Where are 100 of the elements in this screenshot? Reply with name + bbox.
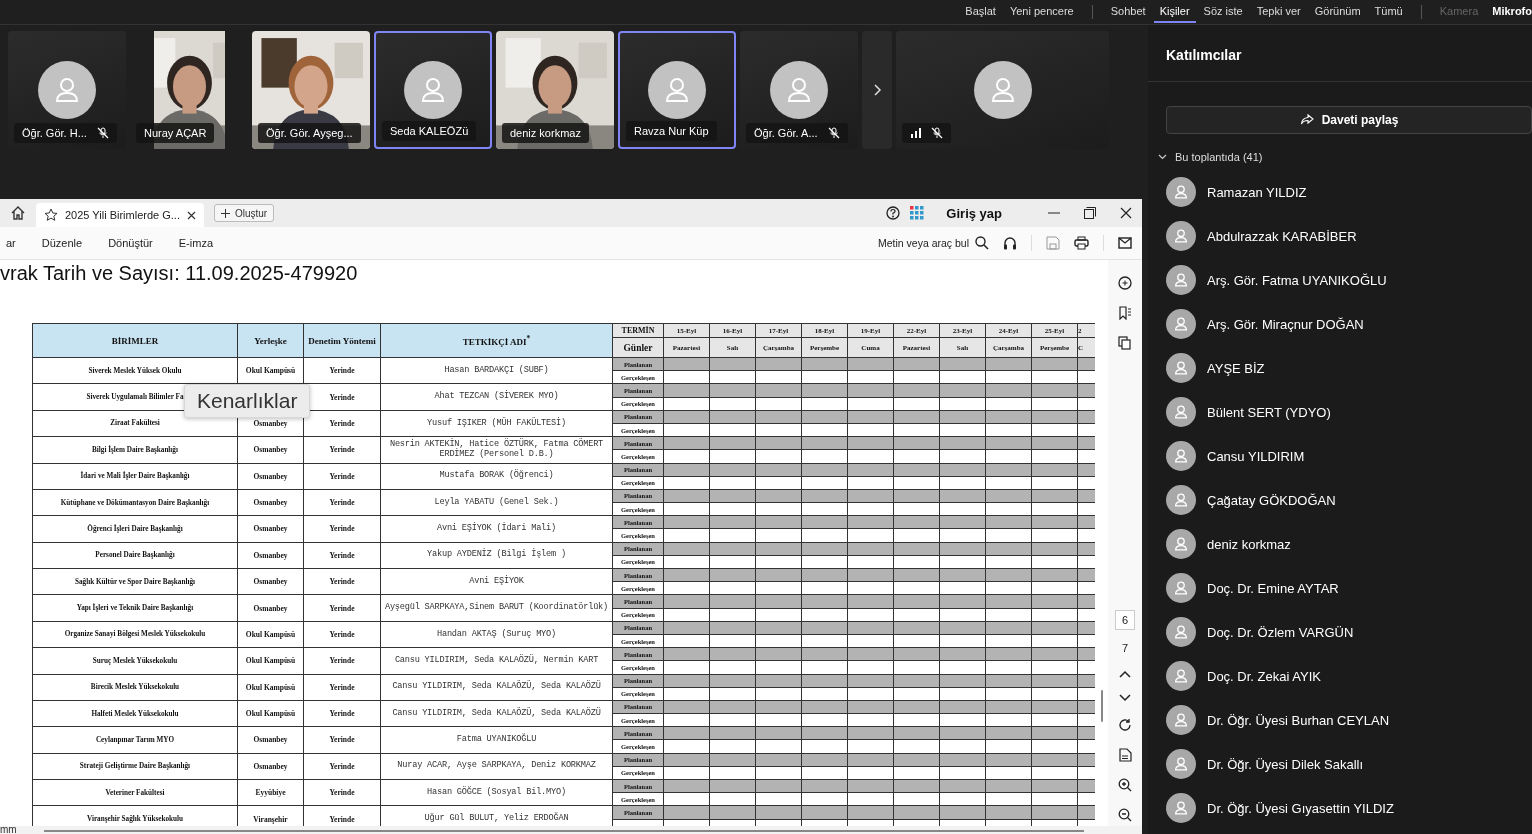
avatar-icon — [1166, 397, 1196, 427]
table-cell: Hasan BARDAKÇI (SUBF) — [380, 357, 613, 384]
participant-name[interactable]: Doç. Dr. Özlem VARGÜN — [1207, 624, 1354, 640]
menu-item[interactable]: Tepki ver — [1250, 1, 1307, 23]
avatar-icon — [404, 61, 462, 119]
apps-icon[interactable] — [910, 206, 925, 220]
video-tile[interactable]: Öğr. Gör. Ayşeg... — [252, 31, 370, 149]
zoom-in-icon[interactable] — [1118, 778, 1132, 792]
scrollbar-thumb[interactable] — [1101, 690, 1103, 722]
table-cell: Cansu YILDIRIM, Seda KALAÖZÜ, Nermin KART — [380, 647, 613, 674]
close-icon[interactable] — [186, 210, 196, 220]
toolbar-menu[interactable]: Dönüştür — [102, 237, 159, 249]
document-tab[interactable]: 2025 Yili Birimlerde G... — [36, 203, 204, 227]
avatar-icon — [1166, 265, 1196, 295]
participant-name[interactable]: Doç. Dr. Zekai AYIK — [1207, 668, 1321, 684]
participant-name: Seda KALEÖZü — [390, 125, 469, 137]
toolbar-menu[interactable]: Düzenle — [35, 237, 89, 249]
menu-item[interactable]: Başlat — [959, 1, 1002, 23]
home-icon[interactable] — [10, 205, 26, 221]
table-cell: Ayşegül SARPKAYA,Sinem BARUT (Koordinatörlük) — [380, 594, 613, 622]
participant-name[interactable]: Arş. Gör. Fatma UYANIKOĞLU — [1207, 272, 1387, 288]
table-cell: Ahat TEZCAN (SİVEREK MYO) — [380, 383, 613, 411]
comment-icon[interactable] — [1118, 276, 1132, 290]
copy-icon[interactable] — [1118, 336, 1132, 350]
chevron-down-icon — [1158, 154, 1167, 160]
participant-name[interactable]: Dr. Öğr. Üyesi Gıyasettin YILDIZ — [1207, 800, 1394, 816]
close-icon[interactable] — [1120, 207, 1132, 219]
participant-name[interactable]: Dr. Öğr. Üyesi Dilek Sakallı — [1207, 756, 1364, 772]
avatar-icon — [1166, 221, 1196, 251]
table-cell: Leyla YABATU (Genel Sek.) — [380, 489, 613, 516]
tab-title: 2025 Yili Birimlerde G... — [65, 209, 180, 221]
share-icon — [1299, 113, 1314, 127]
participant-name[interactable]: Abdulrazzak KARABİBER — [1207, 228, 1357, 244]
participant-name[interactable]: Doç. Dr. Emine AYTAR — [1207, 580, 1339, 596]
video-tile[interactable]: Nuray AÇAR — [130, 31, 248, 149]
table-cell: Yakup AYDENİZ (Bilgi İşlem ) — [380, 542, 613, 569]
avatar-icon — [648, 61, 706, 119]
help-icon[interactable] — [886, 206, 901, 220]
participant-name: Nuray AÇAR — [144, 127, 207, 139]
search-icon[interactable] — [975, 236, 989, 250]
refresh-icon[interactable] — [1118, 718, 1132, 732]
avatar-icon — [38, 61, 96, 119]
bookmark-icon[interactable] — [1118, 306, 1132, 320]
share-invite-button[interactable]: Daveti paylaş — [1166, 106, 1532, 134]
participant-name[interactable]: Çağatay GÖKDOĞAN — [1207, 492, 1336, 508]
video-tile[interactable]: deniz korkmaz — [496, 31, 614, 149]
section-toggle[interactable]: Bu toplantıda (41) — [1158, 151, 1532, 163]
mail-icon[interactable] — [1118, 237, 1132, 249]
print-icon[interactable] — [1074, 236, 1089, 250]
restore-icon[interactable] — [1084, 207, 1096, 219]
participant-name[interactable]: AYŞE BİZ — [1207, 360, 1265, 376]
menu-item[interactable]: Kişiler — [1153, 1, 1196, 23]
avatar-icon — [770, 61, 828, 119]
unit-label: mm — [0, 826, 18, 834]
avatar-icon — [1166, 617, 1196, 647]
participant-name[interactable]: Cansu YILDIRIM — [1207, 448, 1305, 464]
chevron-right-icon[interactable] — [872, 83, 882, 97]
participant-name: Öğr. Gör. Ayşeg... — [266, 127, 353, 139]
video-tile[interactable]: Seda KALEÖZü — [374, 31, 492, 149]
avatar-icon — [1166, 749, 1196, 779]
document-icon[interactable] — [1118, 748, 1132, 762]
menu-item[interactable]: Mikrofo — [1486, 1, 1532, 23]
create-button[interactable]: Oluştur — [213, 204, 275, 222]
table-cell: Cansu YILDIRIM, Seda KALAÖZÜ, Seda KALAÖZÜ — [380, 700, 613, 727]
star-icon[interactable] — [44, 208, 58, 222]
table-cell: Avni EŞİYOK (İdari Mali) — [380, 515, 613, 543]
headphones-icon[interactable] — [1003, 236, 1017, 250]
participant-name[interactable]: Arş. Gör. Miraçnur DOĞAN — [1207, 316, 1364, 332]
menu-item[interactable]: Sohbet — [1104, 1, 1152, 23]
avatar-icon — [1166, 309, 1196, 339]
scrollbar-thumb[interactable] — [44, 830, 1084, 832]
participant-name[interactable]: Dr. Öğr. Üyesi Burhan CEYLAN — [1207, 712, 1390, 728]
toolbar-menu[interactable]: ar — [0, 237, 22, 249]
avatar-icon — [1166, 573, 1196, 603]
menu-item[interactable]: Tümü — [1368, 1, 1409, 23]
chevron-up-icon[interactable] — [1119, 670, 1131, 678]
table-cell: Yusuf IŞIKER (MÜH FAKÜLTESİ) — [380, 410, 613, 437]
page-number-field[interactable]: 6 — [1114, 610, 1136, 630]
toolbar-menu[interactable]: E-imza — [172, 237, 219, 249]
page-count: 7 — [1121, 642, 1129, 654]
avatar-icon — [1166, 177, 1196, 207]
participant-name: deniz korkmaz — [510, 127, 581, 139]
avatar-icon — [1166, 441, 1196, 471]
participant-name[interactable]: Ramazan YILDIZ — [1207, 184, 1307, 200]
column-header: TERMİN — [612, 323, 664, 338]
avatar-icon — [1166, 353, 1196, 383]
menu-item[interactable]: Söz iste — [1197, 1, 1249, 23]
chevron-down-icon[interactable] — [1119, 694, 1131, 702]
sign-in-button[interactable]: Giriş yap — [940, 204, 1008, 222]
participant-name[interactable]: Bülent SERT (YDYO) — [1207, 404, 1331, 420]
avatar-icon — [1166, 529, 1196, 559]
menu-item[interactable]: Yeni pencere — [1003, 1, 1080, 23]
find-label[interactable]: Metin veya araç bul — [877, 237, 969, 249]
participant-name: Ravza Nur Küp — [634, 125, 709, 137]
participant-name[interactable]: deniz korkmaz — [1207, 536, 1291, 552]
table-cell: Mustafa BORAK (Öğrenci) — [380, 463, 613, 490]
menu-item[interactable]: Görünüm — [1308, 1, 1367, 23]
table-cell: Nesrin AKTEKİN, Hatice ÖZTÜRK, Fatma CÖMERT ERDİMEZ (Personel D.B.) — [380, 436, 613, 463]
zoom-out-icon[interactable] — [1118, 808, 1132, 822]
video-tile[interactable]: Ravza Nur Küp — [618, 31, 736, 149]
